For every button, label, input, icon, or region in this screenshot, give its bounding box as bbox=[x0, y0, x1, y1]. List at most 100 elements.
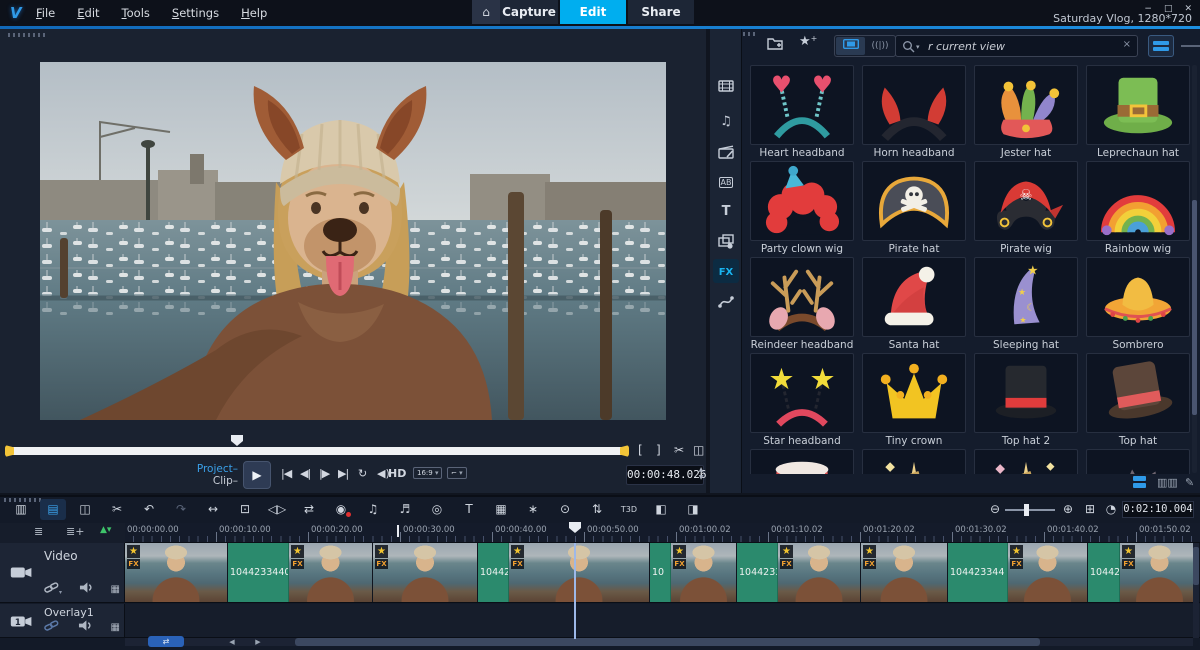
split-button[interactable]: ◁▷ bbox=[264, 499, 290, 520]
mute-track-icon[interactable] bbox=[79, 581, 93, 597]
sticker-horn-headband[interactable]: Horn headband bbox=[862, 65, 966, 159]
sticker-sombrero[interactable]: Sombrero bbox=[1086, 257, 1190, 351]
video-clip-filename[interactable]: 10442334 bbox=[478, 543, 509, 602]
mute-track-icon[interactable] bbox=[78, 619, 92, 635]
timeline-view-button[interactable]: ▤ bbox=[40, 499, 66, 520]
panel-drag-handle[interactable] bbox=[8, 33, 48, 37]
sticker-star-headband[interactable]: ★★Star headband bbox=[750, 353, 854, 447]
timeline-zoom-slider[interactable] bbox=[1005, 509, 1055, 511]
scroll-left-button[interactable]: ◀ bbox=[221, 637, 243, 647]
redo-button[interactable]: ↷ bbox=[168, 499, 194, 520]
enlarge-preview-select[interactable]: ⌐ ▾ bbox=[447, 467, 467, 479]
add-favorite-icon[interactable]: ★+ bbox=[799, 34, 817, 49]
hd-toggle[interactable]: HD bbox=[388, 467, 406, 480]
split-clip-button[interactable]: ✂ bbox=[674, 443, 684, 457]
gallery-view-icon[interactable] bbox=[1133, 476, 1146, 490]
duration-clock-button[interactable]: ◔ bbox=[1101, 499, 1121, 520]
sticker-top-hat[interactable]: Top hat bbox=[1086, 353, 1190, 447]
video-clip-filename[interactable]: 10 bbox=[650, 543, 671, 602]
video-clip-filename[interactable]: 10442334 bbox=[737, 543, 778, 602]
overlay-track-header[interactable]: 1Overlay1▦ bbox=[0, 604, 125, 637]
link-clips-icon[interactable] bbox=[44, 619, 59, 635]
sticker-santa-hat[interactable]: Santa hat bbox=[862, 257, 966, 351]
video-clip[interactable]: ★FX bbox=[1120, 543, 1200, 602]
mode-clip-label[interactable]: Clip– bbox=[168, 475, 238, 487]
thumbnail-size-slider[interactable] bbox=[1181, 45, 1200, 47]
ripple-edit-button[interactable]: ⇄ bbox=[296, 499, 322, 520]
search-clear-icon[interactable]: × bbox=[1123, 39, 1131, 50]
preview-scrubber[interactable] bbox=[8, 447, 626, 455]
sticker-leprechaun-hat[interactable]: Leprechaun hat bbox=[1086, 65, 1190, 159]
previous-frame-button[interactable]: ◀| bbox=[300, 467, 310, 480]
cut-tools-button[interactable]: ✂ bbox=[104, 499, 130, 520]
sticker-heart-headband[interactable]: ♥♥Heart headband bbox=[750, 65, 854, 159]
scroll-right-button[interactable]: ▶ bbox=[247, 637, 269, 647]
mode-project-label[interactable]: Project– bbox=[168, 463, 238, 475]
tab-edit[interactable]: Edit bbox=[560, 0, 626, 24]
show-video-toggle[interactable] bbox=[836, 37, 865, 55]
category-audio-icon[interactable]: ♫ bbox=[713, 109, 739, 133]
menu-tools[interactable]: Tools bbox=[122, 6, 150, 20]
repeat-button[interactable]: ↻ bbox=[358, 467, 367, 480]
menu-help[interactable]: Help bbox=[241, 6, 267, 20]
mask-editor-button[interactable]: ◨ bbox=[680, 499, 706, 520]
undo-button[interactable]: ↶ bbox=[136, 499, 162, 520]
timeline-vscrollbar[interactable] bbox=[1193, 543, 1199, 638]
preview-timecode[interactable]: 00:00:48.026 bbox=[626, 465, 704, 485]
video-clip[interactable]: ★FX bbox=[1008, 543, 1088, 602]
video-clip[interactable]: ★FX bbox=[289, 543, 373, 602]
unicorn-horn-2-thumbnail[interactable] bbox=[974, 449, 1078, 474]
sound-mixer-button[interactable]: ♫ bbox=[360, 499, 386, 520]
record-capture-button[interactable]: ◉ bbox=[328, 499, 354, 520]
track-manager-button[interactable]: ≣ bbox=[34, 525, 43, 538]
pirate-hat-thumbnail[interactable] bbox=[862, 161, 966, 241]
mask-creator-button[interactable]: ◧ bbox=[648, 499, 674, 520]
overlay-options-button[interactable]: ◎ bbox=[424, 499, 450, 520]
play-button[interactable]: ▶ bbox=[243, 461, 271, 489]
menu-edit[interactable]: Edit bbox=[77, 6, 99, 20]
zoom-in-button[interactable]: ⊕ bbox=[1058, 499, 1078, 520]
storyboard-view-button[interactable]: ▥ bbox=[8, 499, 34, 520]
go-end-button[interactable]: ▶| bbox=[338, 467, 348, 480]
video-clip[interactable]: ★FX bbox=[509, 543, 650, 602]
search-scope-caret[interactable]: ▾ bbox=[916, 43, 920, 51]
star-headband-thumbnail[interactable]: ★★ bbox=[750, 353, 854, 433]
timeline-ruler[interactable]: 00:00:00.0000:00:10.0000:00:20.0000:00:3… bbox=[125, 523, 1200, 543]
horn-headband-thumbnail[interactable] bbox=[862, 65, 966, 145]
track-transition-button[interactable]: ⇅ bbox=[584, 499, 610, 520]
show-audio-toggle[interactable]: ((|)) bbox=[866, 37, 894, 55]
rainbow-wig-thumbnail[interactable] bbox=[1086, 161, 1190, 241]
add-folder-icon[interactable] bbox=[767, 36, 783, 53]
aspect-ratio-select[interactable]: 16:9 ▾ bbox=[413, 467, 442, 479]
category-overlay-icon[interactable] bbox=[713, 229, 739, 253]
go-start-button[interactable]: |◀ bbox=[281, 467, 291, 480]
sticker-bunny-ears[interactable] bbox=[1086, 449, 1190, 474]
category-effects-icon[interactable]: FX bbox=[713, 259, 739, 283]
copy-button[interactable]: ◫ bbox=[72, 499, 98, 520]
subtitle-editor-button[interactable]: T bbox=[456, 499, 482, 520]
sticker-reindeer-headband[interactable]: Reindeer headband bbox=[750, 257, 854, 351]
overlay-track-content[interactable] bbox=[125, 604, 1200, 637]
video-track-header[interactable]: Video▾▦ bbox=[0, 543, 125, 602]
transparency-icon[interactable]: ▦ bbox=[111, 584, 120, 595]
display-mode-button[interactable] bbox=[1148, 35, 1174, 57]
grab-frame-button[interactable]: ◫ bbox=[693, 443, 704, 457]
top-hat-2-thumbnail[interactable] bbox=[974, 353, 1078, 433]
menu-settings[interactable]: Settings bbox=[172, 6, 219, 20]
video-clip[interactable]: ★FX bbox=[671, 543, 737, 602]
category-transition-icon[interactable]: AB bbox=[713, 169, 739, 193]
sticker-circus-hat[interactable] bbox=[750, 449, 854, 474]
scroll-sync-button[interactable]: ⇄ bbox=[148, 636, 184, 647]
top-hat-thumbnail[interactable] bbox=[1086, 353, 1190, 433]
video-clip-filename[interactable]: 1044233440-hd bbox=[228, 543, 289, 602]
sombrero-thumbnail[interactable] bbox=[1086, 257, 1190, 337]
sticker-tiny-crown[interactable]: Tiny crown bbox=[862, 353, 966, 447]
category-media-icon[interactable] bbox=[713, 73, 739, 97]
3d-title-button[interactable]: T3D bbox=[616, 499, 642, 520]
ripple-mode-button[interactable]: ▲▾ bbox=[100, 525, 111, 535]
motion-tracking-button[interactable]: ⊙ bbox=[552, 499, 578, 520]
zoom-out-button[interactable]: ⊖ bbox=[985, 499, 1005, 520]
timeline-zoom-knob[interactable] bbox=[1024, 504, 1029, 516]
sticker-rainbow-wig[interactable]: Rainbow wig bbox=[1086, 161, 1190, 255]
fit-timeline-button[interactable]: ⊞ bbox=[1080, 499, 1100, 520]
